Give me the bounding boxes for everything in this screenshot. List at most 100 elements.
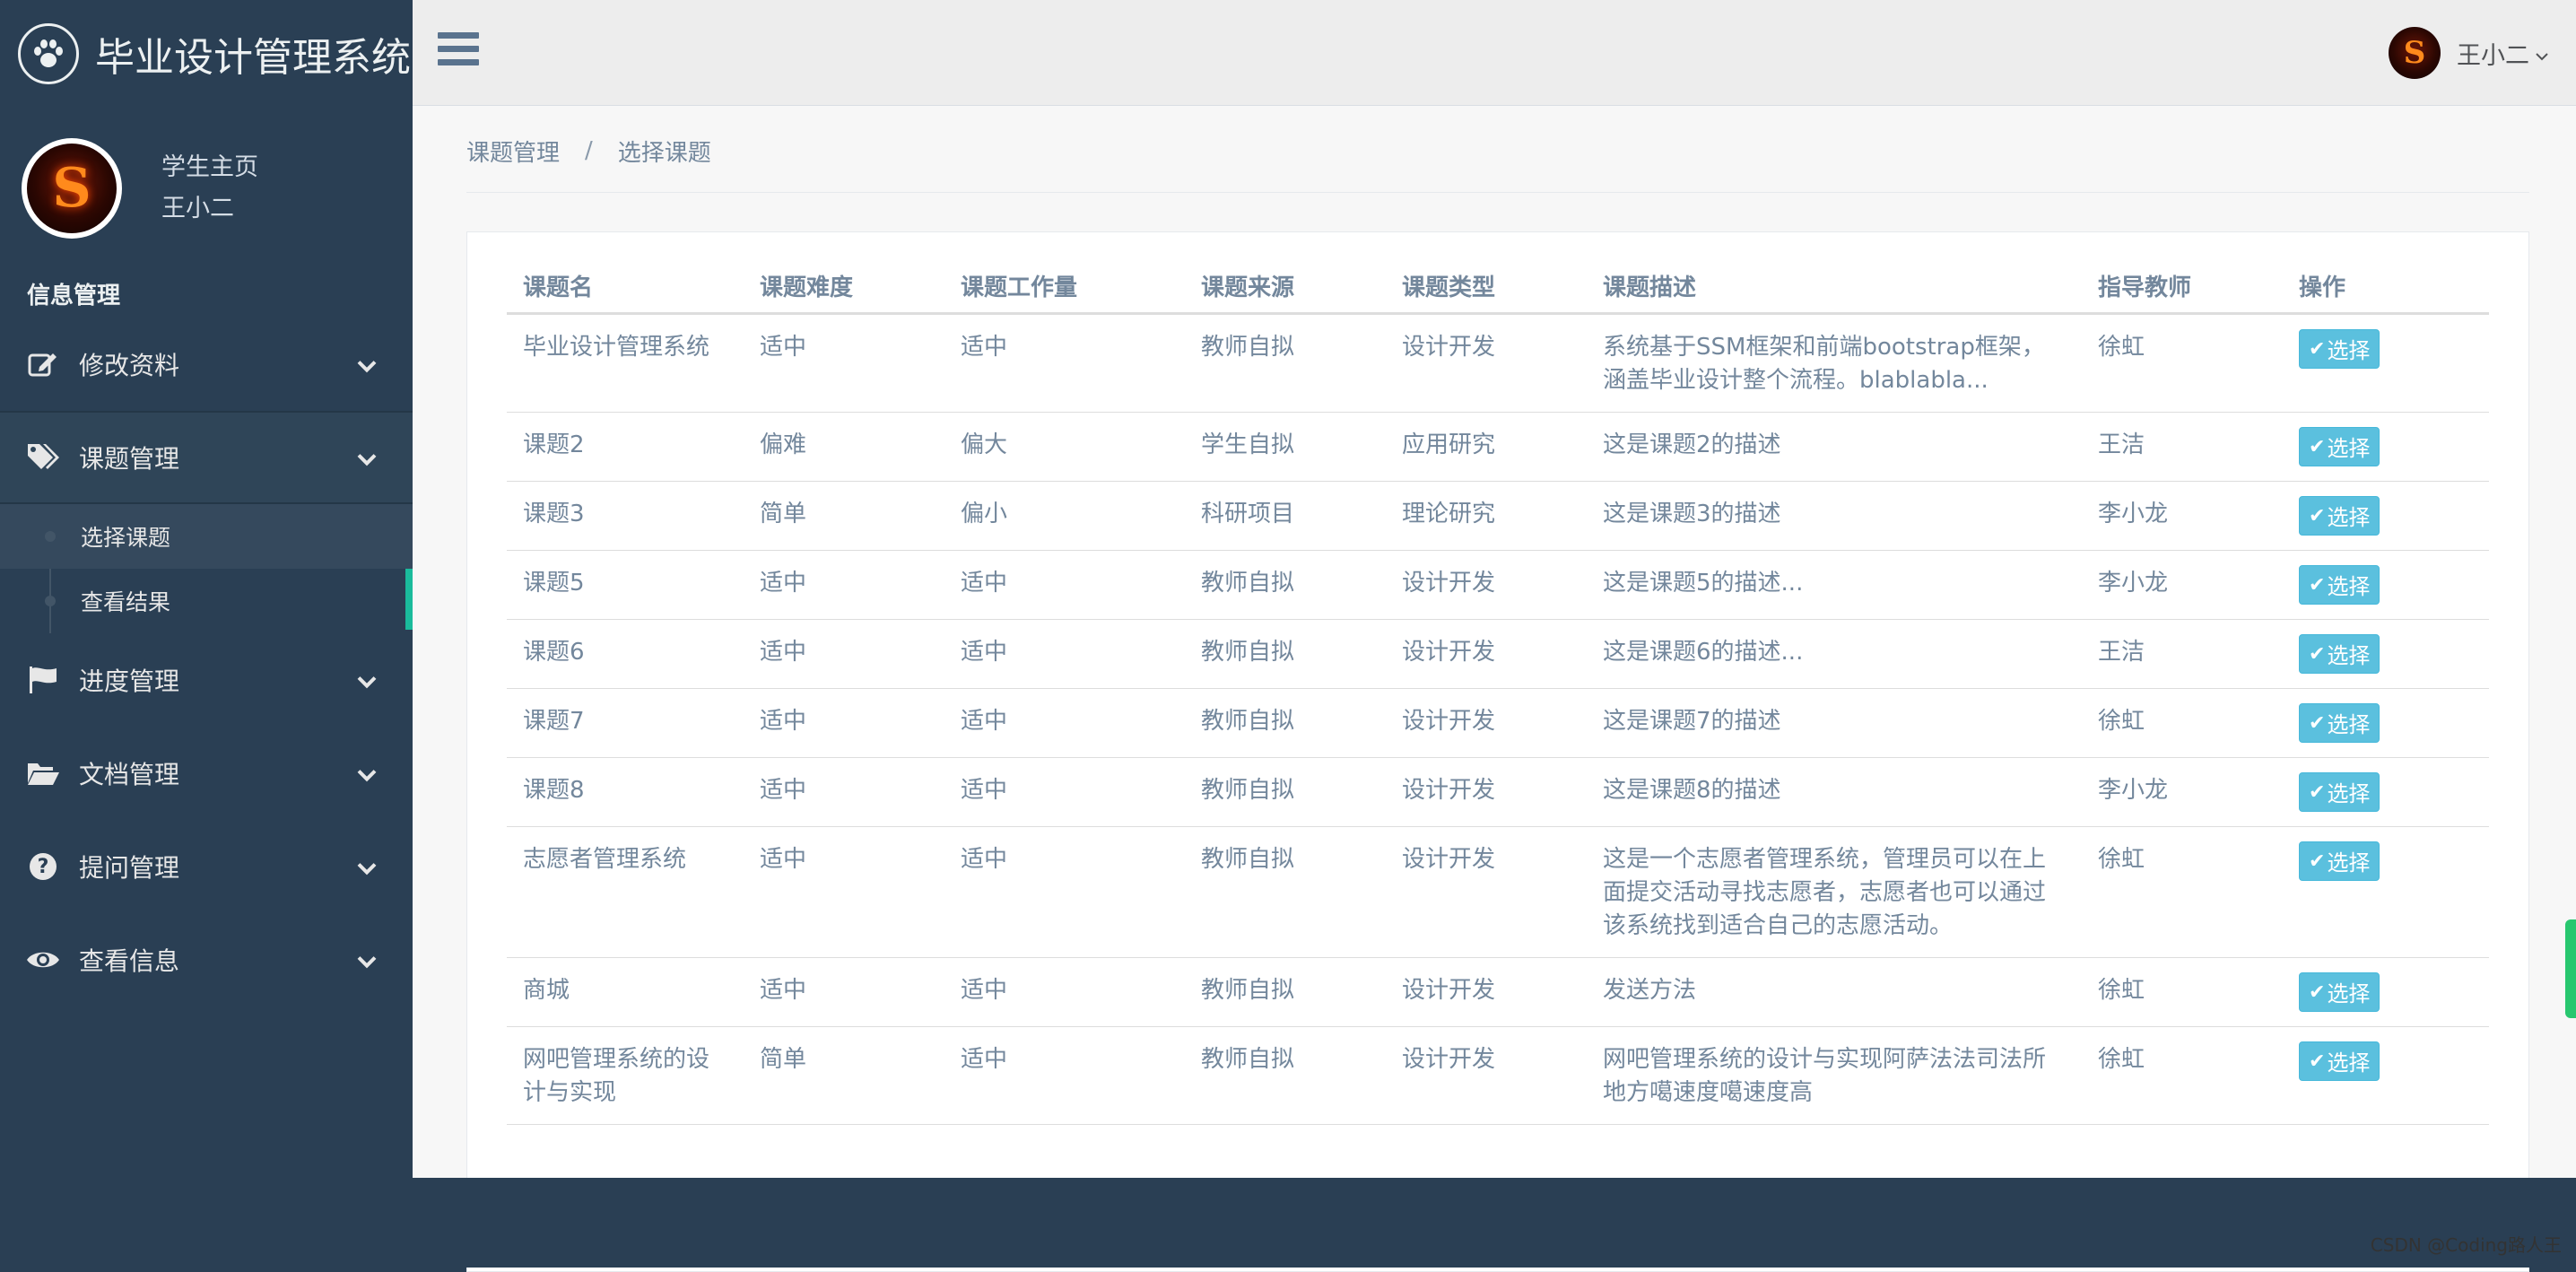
- select-topic-button[interactable]: ✔选择: [2299, 634, 2380, 674]
- table-cell: 应用研究: [1386, 412, 1587, 481]
- check-icon: ✔: [2309, 573, 2325, 597]
- scrollbar-thumb[interactable]: [2565, 919, 2576, 1018]
- table-row: 网吧管理系统的设计与实现简单适中教师自拟设计开发网吧管理系统的设计与实现阿萨法法…: [507, 1026, 2489, 1124]
- select-button-label: 选择: [2327, 638, 2370, 669]
- table-cell: 设计开发: [1386, 1026, 1587, 1124]
- table-cell: 这是课题3的描述: [1587, 481, 2082, 550]
- breadcrumb-item-topic-management[interactable]: 课题管理: [466, 135, 560, 168]
- table-body: 毕业设计管理系统适中适中教师自拟设计开发系统基于SSM框架和前端bootstra…: [507, 313, 2489, 1124]
- avatar-letter: S: [27, 144, 117, 233]
- sidebar-item-view-info[interactable]: 查看信息: [0, 913, 413, 1006]
- table-cell: 简单: [744, 481, 944, 550]
- table-cell: 志愿者管理系统: [507, 826, 744, 957]
- topic-submenu: 选择课题 查看结果: [0, 504, 413, 633]
- brand[interactable]: 毕业设计管理系统: [0, 0, 413, 108]
- edit-icon: [25, 348, 61, 380]
- select-topic-button[interactable]: ✔选择: [2299, 1041, 2380, 1081]
- svg-text:?: ?: [38, 856, 49, 878]
- select-topic-button[interactable]: ✔选择: [2299, 972, 2380, 1012]
- action-cell: ✔选择: [2283, 412, 2489, 481]
- select-topic-button[interactable]: ✔选择: [2299, 841, 2380, 881]
- action-cell: ✔选择: [2283, 826, 2489, 957]
- table-cell: 适中: [944, 826, 1185, 957]
- chevron-down-icon: [357, 852, 377, 882]
- sidebar-subitem-view-result[interactable]: 查看结果: [0, 569, 413, 633]
- menu-toggle-icon[interactable]: [438, 32, 479, 70]
- table-cell: 这是课题2的描述: [1587, 412, 2082, 481]
- table-cell: 设计开发: [1386, 826, 1587, 957]
- sidebar-item-label: 提问管理: [79, 849, 179, 884]
- eye-icon: [25, 944, 61, 976]
- table-row: 志愿者管理系统适中适中教师自拟设计开发这是一个志愿者管理系统，管理员可以在上面提…: [507, 826, 2489, 957]
- folder-open-icon: [25, 757, 61, 789]
- select-topic-button[interactable]: ✔选择: [2299, 329, 2380, 369]
- table-cell: 网吧管理系统的设计与实现阿萨法法司法所地方噶速度噶速度高: [1587, 1026, 2082, 1124]
- avatar: S: [2389, 27, 2441, 79]
- check-icon: ✔: [2309, 980, 2325, 1004]
- table-cell: 这是课题8的描述: [1587, 757, 2082, 826]
- select-button-label: 选择: [2327, 500, 2370, 531]
- sidebar-item-topic-management[interactable]: 课题管理: [0, 411, 413, 504]
- table-cell: 课题7: [507, 688, 744, 757]
- table-cell: 教师自拟: [1185, 619, 1386, 688]
- table-cell: 设计开发: [1386, 550, 1587, 619]
- select-topic-button[interactable]: ✔选择: [2299, 496, 2380, 536]
- action-cell: ✔选择: [2283, 550, 2489, 619]
- tags-icon: [25, 441, 61, 474]
- chevron-down-icon: [357, 350, 377, 379]
- table-cell: 适中: [944, 757, 1185, 826]
- sidebar-item-document-management[interactable]: 文档管理: [0, 727, 413, 820]
- table-cell: 课题5: [507, 550, 744, 619]
- profile-role: 学生主页: [161, 147, 258, 188]
- divider: [466, 192, 2529, 193]
- breadcrumb-item-select-topic: 选择课题: [618, 135, 711, 168]
- table-cell: 教师自拟: [1185, 826, 1386, 957]
- select-button-label: 选择: [2327, 776, 2370, 807]
- table-row: 商城适中适中教师自拟设计开发发送方法徐虹✔选择: [507, 957, 2489, 1026]
- check-icon: ✔: [2309, 337, 2325, 361]
- select-topic-button[interactable]: ✔选择: [2299, 703, 2380, 743]
- table-cell: 毕业设计管理系统: [507, 313, 744, 412]
- table-cell: 教师自拟: [1185, 1026, 1386, 1124]
- sidebar-item-progress-management[interactable]: 进度管理: [0, 633, 413, 727]
- user-dropdown[interactable]: S 王小二: [2389, 27, 2549, 79]
- chevron-down-icon: [357, 443, 377, 473]
- table-cell: 设计开发: [1386, 619, 1587, 688]
- select-topic-button[interactable]: ✔选择: [2299, 427, 2380, 466]
- sidebar-subitem-select-topic[interactable]: 选择课题: [0, 504, 413, 569]
- action-cell: ✔选择: [2283, 313, 2489, 412]
- select-topic-button[interactable]: ✔选择: [2299, 772, 2380, 812]
- column-header: 操作: [2283, 259, 2489, 313]
- table-cell: 适中: [744, 957, 944, 1026]
- table-cell: 系统基于SSM框架和前端bootstrap框架，涵盖毕业设计整个流程。blabl…: [1587, 313, 2082, 412]
- table-row: 课题5适中适中教师自拟设计开发这是课题5的描述...李小龙✔选择: [507, 550, 2489, 619]
- table-cell: 徐虹: [2082, 688, 2283, 757]
- submenu-dot: [45, 531, 56, 542]
- sidebar-menu: 修改资料: [0, 318, 413, 411]
- sidebar-item-question-management[interactable]: ? 提问管理: [0, 820, 413, 913]
- chevron-down-icon: [357, 759, 377, 788]
- check-icon: ✔: [2309, 504, 2325, 527]
- column-header: 指导教师: [2082, 259, 2283, 313]
- sidebar-subitem-label: 查看结果: [81, 585, 170, 617]
- select-topic-button[interactable]: ✔选择: [2299, 565, 2380, 605]
- sidebar-subitem-label: 选择课题: [81, 520, 170, 553]
- breadcrumb-separator: /: [585, 137, 593, 164]
- sidebar-item-edit-profile[interactable]: 修改资料: [0, 318, 413, 411]
- table-cell: 教师自拟: [1185, 757, 1386, 826]
- table-cell: 适中: [744, 619, 944, 688]
- table-cell: 发送方法: [1587, 957, 2082, 1026]
- sidebar-menu-rest: 进度管理 文档管理 ? 提问管理: [0, 633, 413, 1006]
- sidebar-item-label: 课题管理: [79, 440, 179, 475]
- check-icon: ✔: [2309, 642, 2325, 666]
- select-button-label: 选择: [2327, 431, 2370, 462]
- table-cell: 这是课题7的描述: [1587, 688, 2082, 757]
- brand-title: 毕业设计管理系统: [95, 25, 411, 83]
- table-cell: 适中: [944, 957, 1185, 1026]
- table-cell: 简单: [744, 1026, 944, 1124]
- action-cell: ✔选择: [2283, 757, 2489, 826]
- footer-area: [413, 1178, 2576, 1268]
- table-cell: 适中: [744, 757, 944, 826]
- select-button-label: 选择: [2327, 333, 2370, 364]
- sidebar-item-label: 查看信息: [79, 942, 179, 978]
